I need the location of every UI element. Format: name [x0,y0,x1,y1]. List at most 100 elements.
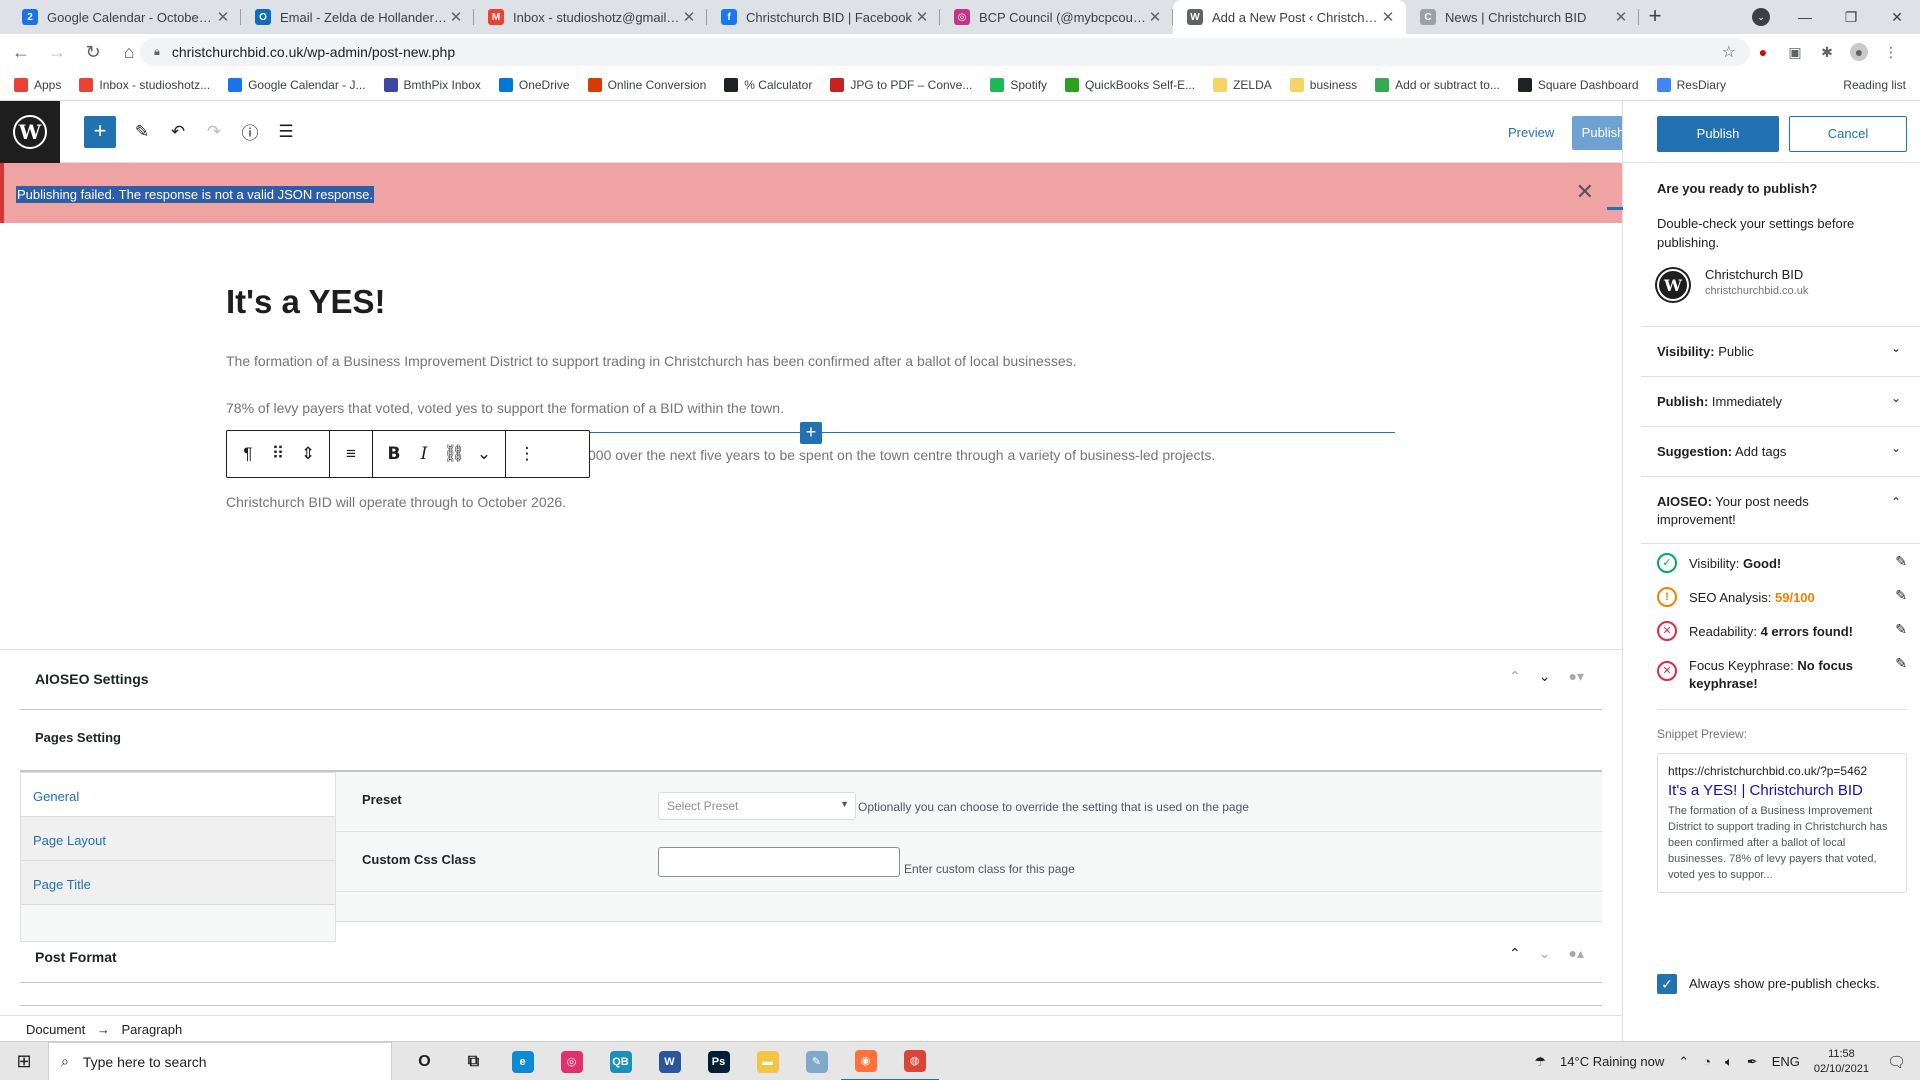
bookmark-item[interactable]: Add or subtract to... [1375,78,1500,92]
close-tab-icon[interactable]: ✕ [914,8,930,26]
close-tab-icon[interactable]: ✕ [448,8,464,26]
bookmark-item[interactable]: Apps [14,78,61,92]
pen-icon[interactable]: ✒ [1747,1054,1758,1070]
weather-icon[interactable]: ☂ [1534,1054,1546,1070]
link-icon[interactable]: ⛓ [439,444,469,464]
checkbox-checked-icon[interactable]: ✓ [1657,974,1677,994]
paragraph-block[interactable]: 78% of levy payers that voted, voted yes… [226,400,784,416]
address-bar[interactable]: 🔒︎ christchurchbid.co.uk/wp-admin/post-n… [140,38,1750,66]
taskbar-app[interactable]: QB [596,1042,645,1080]
minimize-icon[interactable]: — [1782,9,1828,25]
tab-search-icon[interactable]: ⌄ [1752,8,1770,26]
bookmark-item[interactable]: OneDrive [498,78,570,92]
taskbar-app[interactable]: Ps [694,1042,743,1080]
toggle-panel-icon[interactable]: ●▾ [1569,668,1584,685]
taskbar-app[interactable]: O [400,1042,449,1080]
post-format-header[interactable]: Post Format ⌃ ⌄ ●▴ [20,931,1602,983]
browser-tab[interactable]: C News | Christchurch BID ✕ [1406,0,1639,34]
network-icon[interactable]: ◔ [1703,1054,1711,1069]
tray-chevron-up-icon[interactable]: ⌃ [1678,1054,1689,1070]
browser-tab[interactable]: O Email - Zelda de Hollander - Out ✕ [241,0,474,34]
bookmark-item[interactable]: Square Dashboard [1517,78,1639,92]
edit-pencil-icon[interactable]: ✎ [1895,553,1907,570]
browser-tab[interactable]: f Christchurch BID | Facebook ✕ [707,0,940,34]
sibling-inserter-button[interactable]: + [800,422,822,444]
extension-icon[interactable]: ▣ [1786,43,1804,61]
visibility-panel[interactable]: Visibility: Public ⌄ [1641,326,1920,376]
more-formats-chevron-icon[interactable]: ⌄ [469,444,499,464]
list-view-icon[interactable]: ☰ [268,122,304,142]
taskbar-app[interactable]: W [645,1042,694,1080]
chrome-menu-icon[interactable]: ⋮ [1882,43,1900,61]
browser-tab[interactable]: 2 Google Calendar - October 2021✕ [8,0,241,34]
profile-avatar[interactable]: ● [1850,43,1868,61]
close-icon[interactable]: ✕ [1576,179,1594,205]
preset-select[interactable]: Select Preset ▼ [658,792,856,820]
chevron-down-icon[interactable]: ⌄ [1891,391,1901,405]
bookmark-item[interactable]: Spotify [990,78,1047,92]
bookmark-item[interactable]: % Calculator [724,78,812,92]
taskbar-app[interactable]: ◎ [547,1042,596,1080]
preview-link[interactable]: Preview [1508,125,1554,140]
taskbar-app[interactable]: ◍ [890,1042,939,1080]
edit-pencil-icon[interactable]: ✎ [1895,655,1907,672]
opera-extension-icon[interactable]: ● [1754,43,1772,61]
bookmark-item[interactable]: JPG to PDF – Conve... [830,78,972,92]
reload-icon[interactable]: ↻ [78,42,108,63]
breadcrumb-document[interactable]: Document [26,1022,85,1037]
bold-icon[interactable]: B [379,444,409,464]
taskbar-app[interactable]: ◉ [841,1042,890,1080]
weather-text[interactable]: 14°C Raining now [1560,1054,1664,1069]
close-tab-icon[interactable]: ✕ [1613,8,1629,26]
details-info-icon[interactable]: ⓘ [232,119,268,144]
bookmark-item[interactable]: ResDiary [1656,78,1726,92]
clock[interactable]: 11:58 02/10/2021 [1814,1047,1869,1077]
chevron-down-icon[interactable]: ⌄ [1891,441,1901,455]
notifications-icon[interactable]: 🗨︎ [1887,1053,1906,1071]
redo-icon[interactable]: ↷ [196,122,232,142]
move-down-icon[interactable]: ⌄ [1539,945,1551,962]
chevron-up-icon[interactable]: ⌃ [1891,495,1901,509]
reading-list[interactable]: Reading list [1843,78,1906,92]
post-title[interactable]: It's a YES! [226,283,385,321]
close-tab-icon[interactable]: ✕ [215,8,231,26]
edit-pencil-icon[interactable]: ✎ [1895,621,1907,638]
aioseo-settings-header[interactable]: AIOSEO Settings ⌃ ⌄ ●▾ [20,650,1602,710]
publish-button[interactable]: Publish [1657,116,1779,152]
paragraph-block-selected[interactable]: 000 over the next five years to be spent… [588,447,1215,463]
move-up-down-icon[interactable]: ⇕ [293,444,323,464]
taskbar-search[interactable]: ⌕ Type here to search [48,1042,392,1080]
paragraph-block-icon[interactable]: ¶ [233,444,263,464]
move-down-icon[interactable]: ⌄ [1539,668,1551,685]
paragraph-block[interactable]: Christchurch BID will operate through to… [226,494,566,510]
browser-tab[interactable]: W Add a New Post ‹ Christchurch B✕ [1173,0,1406,34]
edit-tools-icon[interactable]: ✎ [124,122,160,142]
close-tab-icon[interactable]: ✕ [681,8,697,26]
move-up-icon[interactable]: ⌃ [1509,945,1521,962]
breadcrumb-paragraph[interactable]: Paragraph [122,1022,183,1037]
bookmark-item[interactable]: Online Conversion [587,78,706,92]
windows-start-icon[interactable]: ⊞ [0,1042,48,1080]
taskbar-app[interactable]: ✎ [792,1042,841,1080]
forward-icon[interactable]: → [42,42,72,63]
back-icon[interactable]: ← [6,42,36,63]
bookmark-item[interactable]: BmthPix Inbox [383,78,481,92]
bookmark-item[interactable]: ZELDA [1213,78,1272,92]
close-tab-icon[interactable]: ✕ [1380,8,1396,26]
undo-icon[interactable]: ↶ [160,122,196,142]
restore-icon[interactable]: ❐ [1828,9,1874,26]
suggestion-panel[interactable]: Suggestion: Add tags ⌄ [1641,426,1920,476]
volume-icon[interactable]: 🔈︎ [1725,1054,1733,1070]
new-tab-button[interactable]: + [1639,0,1671,34]
tab-page-layout[interactable]: Page Layout [21,817,335,861]
block-inserter-button[interactable]: + [84,115,116,148]
bookmark-item[interactable]: Inbox - studioshotz... [79,78,210,92]
align-icon[interactable]: ≡ [336,444,366,464]
puzzle-extensions-icon[interactable]: ✱ [1818,43,1836,61]
browser-tab[interactable]: ◎ BCP Council (@mybcpcouncil) • ✕ [940,0,1173,34]
bookmark-item[interactable]: business [1289,78,1357,92]
move-up-icon[interactable]: ⌃ [1509,668,1521,685]
browser-tab[interactable]: M Inbox - studioshotz@gmail.com ✕ [474,0,707,34]
close-tab-icon[interactable]: ✕ [1147,8,1163,26]
bookmark-item[interactable]: QuickBooks Self-E... [1065,78,1195,92]
